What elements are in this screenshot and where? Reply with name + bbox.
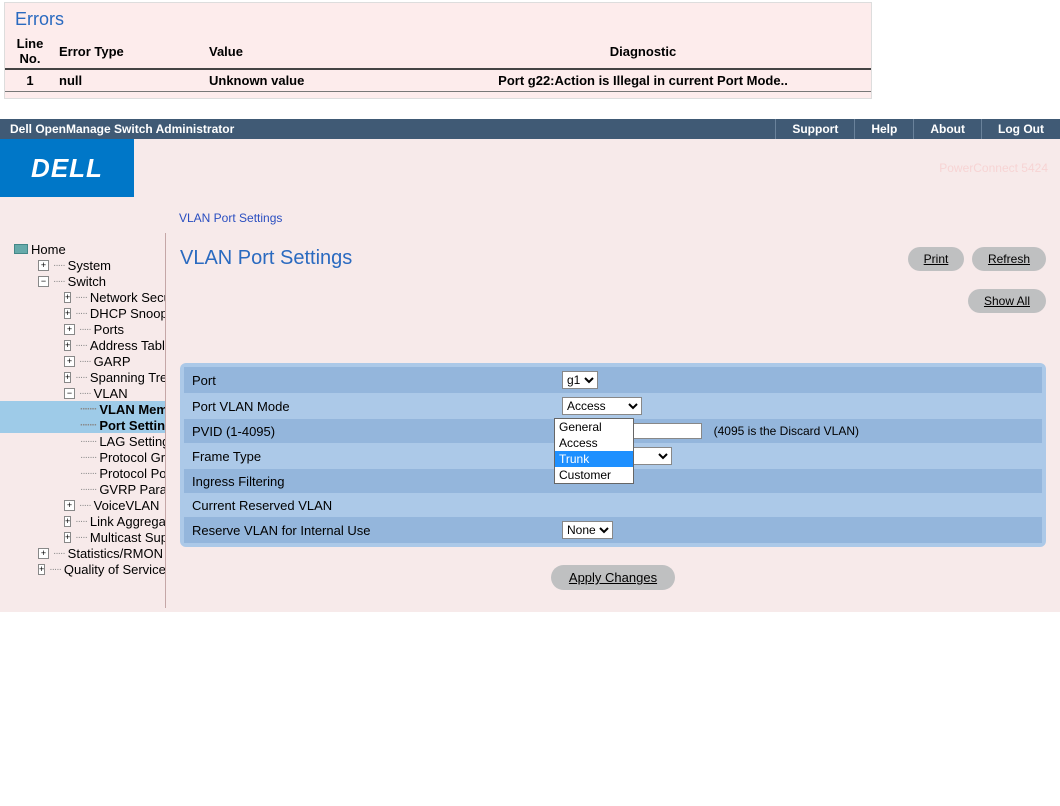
mode-option-general[interactable]: General [555, 419, 633, 435]
tree-stats[interactable]: +·····Statistics/RMON [0, 545, 165, 561]
tree-mcast[interactable]: +·····Multicast Suppo [0, 529, 165, 545]
errors-row: 1 null Unknown value Port g22:Action is … [5, 69, 871, 92]
tree-linkagg[interactable]: +·····Link Aggregation [0, 513, 165, 529]
plus-icon[interactable]: + [64, 292, 71, 303]
plus-icon[interactable]: + [38, 564, 45, 575]
main: Home +·····System −·····Switch +·····Net… [0, 197, 1060, 612]
tree-stp[interactable]: +·····Spanning Tree [0, 369, 165, 385]
form-panel: Port g1 Port VLAN Mode Access PVID (1-40… [180, 363, 1046, 547]
tree-portset[interactable]: ·······Port Setting [0, 417, 165, 433]
tree-protgrp[interactable]: ·······Protocol Gro [0, 449, 165, 465]
logo-text: DELL [31, 153, 103, 184]
pvid-label: PVID (1-4095) [184, 419, 554, 443]
tree-vlan[interactable]: −·····VLAN [0, 385, 165, 401]
reserved-label: Current Reserved VLAN [184, 493, 554, 517]
page-title: VLAN Port Settings [180, 247, 352, 270]
dell-logo: DELL [0, 139, 134, 197]
plus-icon[interactable]: + [38, 548, 49, 559]
error-line: 1 [5, 69, 55, 92]
tree-voicevlan[interactable]: +·····VoiceVLAN [0, 497, 165, 513]
tree-system[interactable]: +·····System [0, 257, 165, 273]
app-title: Dell OpenManage Switch Administrator [0, 122, 775, 136]
minus-icon[interactable]: − [38, 276, 49, 287]
apply-wrap: Apply Changes [180, 547, 1046, 608]
print-button[interactable]: Print [908, 247, 965, 271]
tree-qos[interactable]: +·····Quality of Service [0, 561, 165, 577]
reserve-label: Reserve VLAN for Internal Use [184, 517, 554, 543]
plus-icon[interactable]: + [64, 500, 75, 511]
plus-icon[interactable]: + [64, 372, 71, 383]
frame-label: Frame Type [184, 443, 554, 469]
mode-label: Port VLAN Mode [184, 393, 554, 419]
logout-link[interactable]: Log Out [981, 119, 1060, 139]
tree-garp[interactable]: +·····GARP [0, 353, 165, 369]
plus-icon[interactable]: + [38, 260, 49, 271]
tree-ports[interactable]: +·····Ports [0, 321, 165, 337]
plus-icon[interactable]: + [64, 308, 71, 319]
tree-vlanmemb[interactable]: ·······VLAN Memb [0, 401, 165, 417]
pvid-note: (4095 is the Discard VLAN) [706, 424, 859, 438]
errors-header-diag: Diagnostic [415, 34, 871, 69]
error-diag: Port g22:Action is Illegal in current Po… [415, 69, 871, 92]
port-label: Port [184, 367, 554, 393]
support-link[interactable]: Support [775, 119, 854, 139]
errors-table: Line No. Error Type Value Diagnostic 1 n… [5, 34, 871, 92]
mode-option-customer[interactable]: Customer [555, 467, 633, 483]
brand-right: PowerConnect 5424 [134, 139, 1060, 197]
topbar-links: Support Help About Log Out [775, 119, 1060, 139]
content-inner: VLAN Port Settings Print Refresh Show Al… [165, 233, 1060, 608]
reserve-select[interactable]: None [562, 521, 613, 539]
tree-gvrp[interactable]: ·······GVRP Paran [0, 481, 165, 497]
tree-netsec[interactable]: +·····Network Securit [0, 289, 165, 305]
errors-panel: Errors Line No. Error Type Value Diagnos… [4, 2, 872, 99]
help-link[interactable]: Help [854, 119, 913, 139]
minus-icon[interactable]: − [64, 388, 75, 399]
device-model: PowerConnect 5424 [939, 161, 1048, 175]
tree-lag[interactable]: ·······LAG Setting [0, 433, 165, 449]
plus-icon[interactable]: + [64, 324, 75, 335]
plus-icon[interactable]: + [64, 532, 71, 543]
mode-select[interactable]: Access [562, 397, 642, 415]
nav-tree: Home +·····System −·····Switch +·····Net… [0, 241, 165, 577]
top-buttons: Print Refresh Show All [904, 247, 1046, 313]
refresh-button[interactable]: Refresh [972, 247, 1046, 271]
errors-header-type: Error Type [55, 34, 205, 69]
home-icon [14, 244, 28, 254]
brand-row: DELL PowerConnect 5424 [0, 139, 1060, 197]
error-type: null [55, 69, 205, 92]
showall-button[interactable]: Show All [968, 289, 1046, 313]
errors-header-value: Value [205, 34, 415, 69]
plus-icon[interactable]: + [64, 340, 71, 351]
tree-switch[interactable]: −·····Switch [0, 273, 165, 289]
port-select[interactable]: g1 [562, 371, 598, 389]
topbar: Dell OpenManage Switch Administrator Sup… [0, 119, 1060, 139]
apply-button[interactable]: Apply Changes [551, 565, 675, 590]
breadcrumb: VLAN Port Settings [165, 197, 1060, 233]
errors-header-line: Line No. [5, 34, 55, 69]
content: VLAN Port Settings VLAN Port Settings Pr… [165, 197, 1060, 612]
tree-dhcp[interactable]: +·····DHCP Snooping [0, 305, 165, 321]
mode-option-trunk[interactable]: Trunk [555, 451, 633, 467]
ingress-label: Ingress Filtering [184, 469, 554, 493]
error-value: Unknown value [205, 69, 415, 92]
plus-icon[interactable]: + [64, 516, 71, 527]
tree-home[interactable]: Home [0, 241, 165, 257]
mode-dropdown-open[interactable]: General Access Trunk Customer [554, 418, 634, 484]
about-link[interactable]: About [913, 119, 981, 139]
mode-option-access[interactable]: Access [555, 435, 633, 451]
sidebar: Home +·····System −·····Switch +·····Net… [0, 197, 165, 612]
errors-title: Errors [5, 9, 871, 30]
tree-addr[interactable]: +·····Address Tables [0, 337, 165, 353]
tree-protport[interactable]: ·······Protocol Por [0, 465, 165, 481]
plus-icon[interactable]: + [64, 356, 75, 367]
